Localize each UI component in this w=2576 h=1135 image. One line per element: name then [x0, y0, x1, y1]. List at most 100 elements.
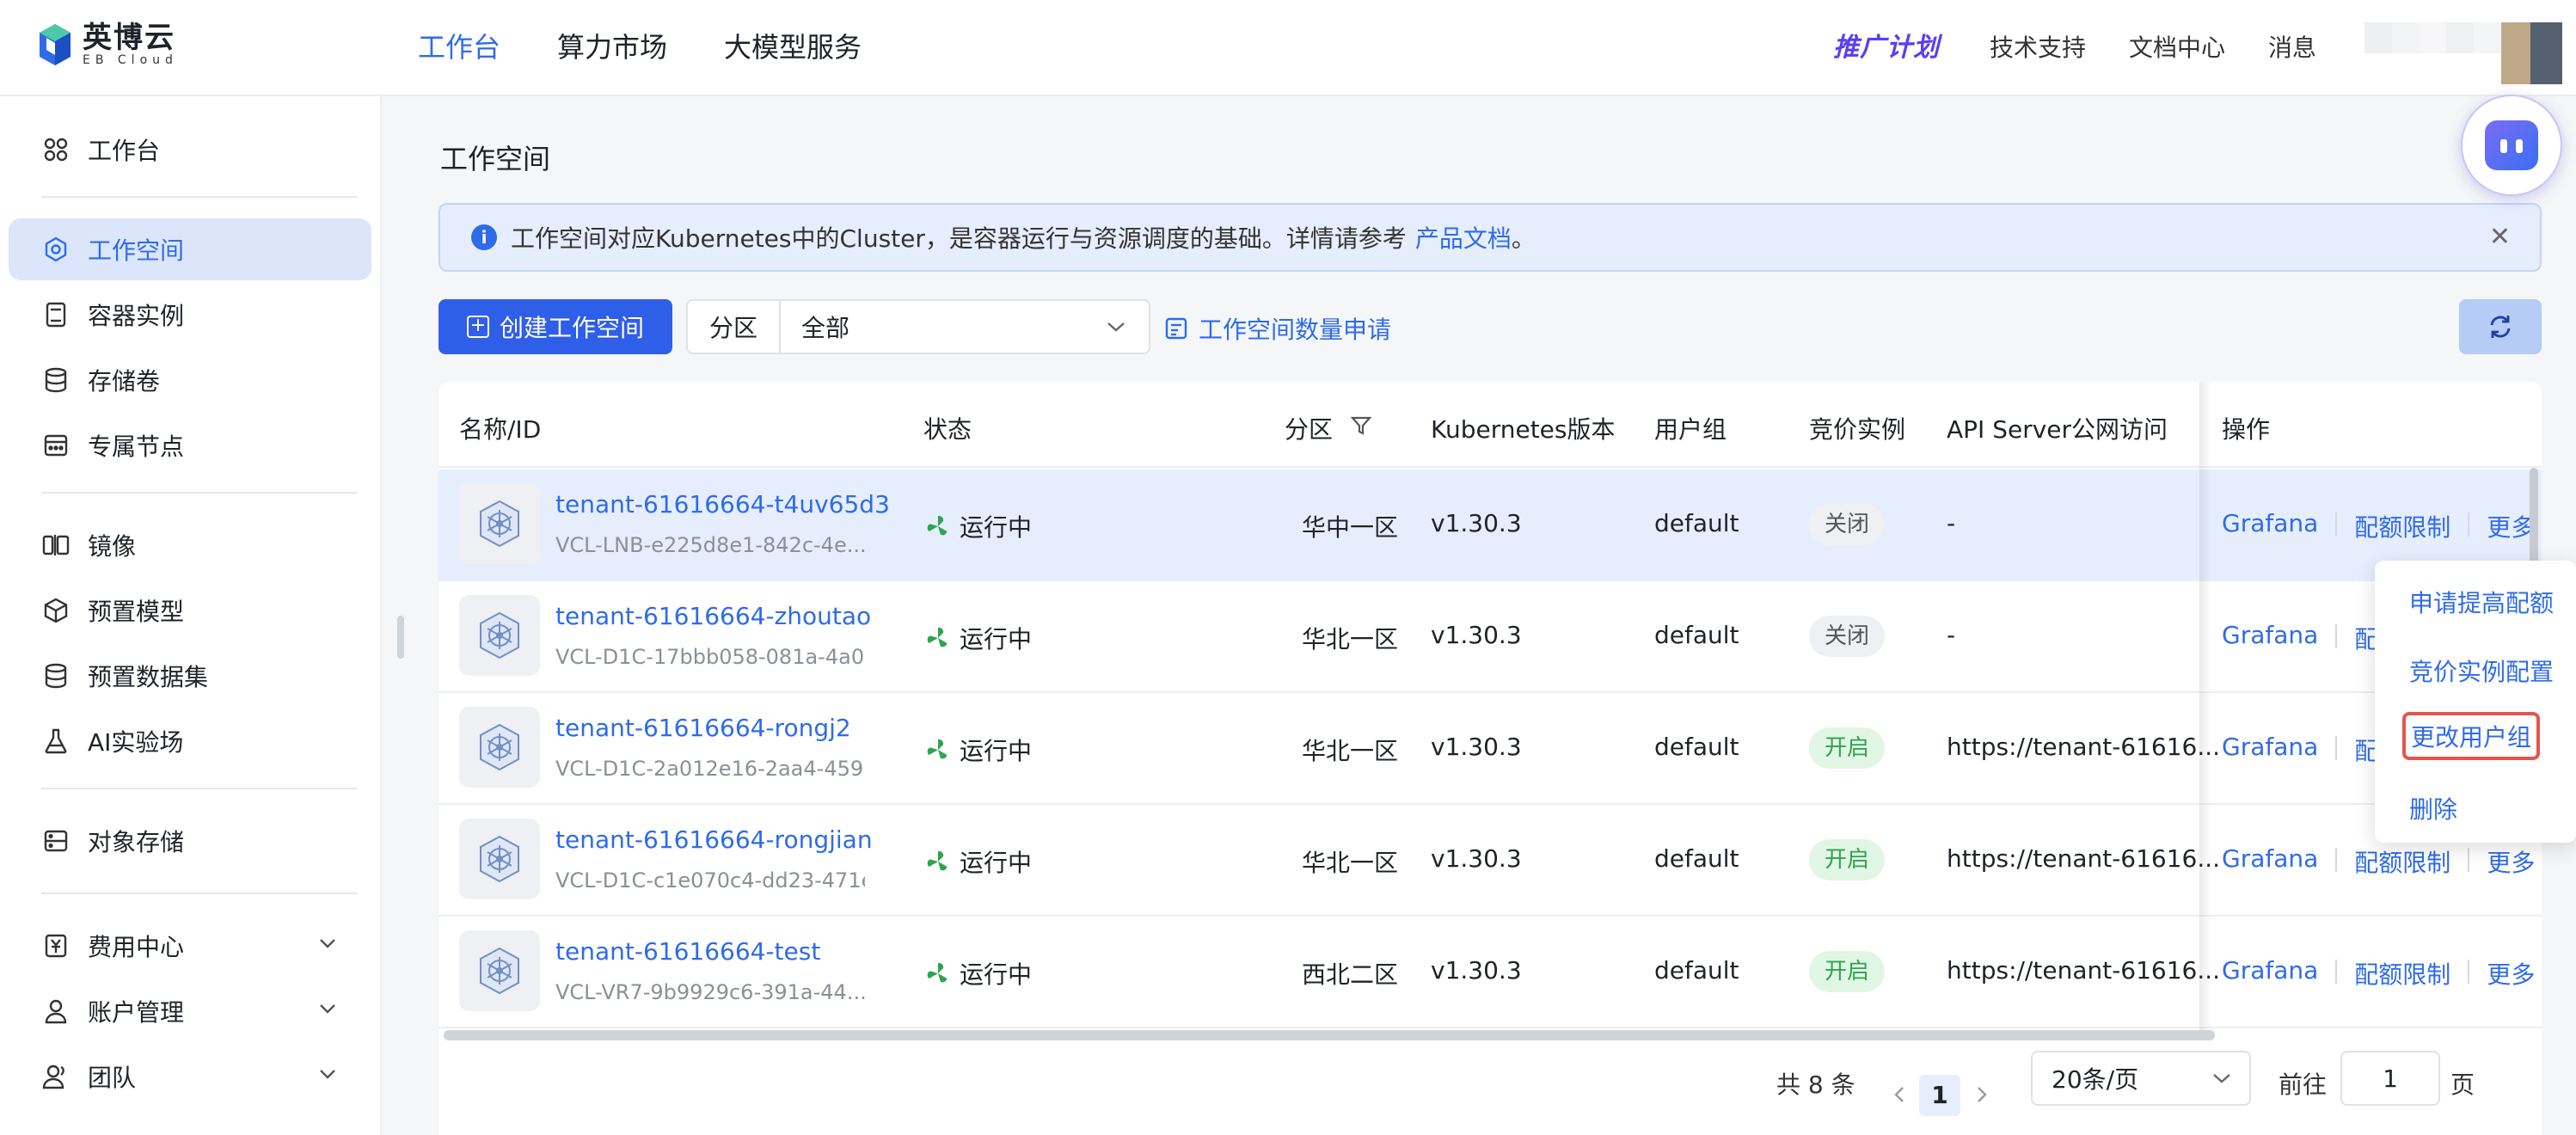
- workspace-name-link[interactable]: tenant-61616664-test: [555, 937, 820, 966]
- k8s-version-cell: v1.30.3: [1431, 509, 1522, 537]
- sidebar-item-account[interactable]: 账户管理: [9, 980, 371, 1042]
- close-icon[interactable]: ✕: [2489, 222, 2511, 252]
- running-icon: [925, 960, 951, 986]
- page-size-select[interactable]: 20条/页: [2031, 1051, 2251, 1106]
- goto-page-input[interactable]: 1: [2340, 1051, 2440, 1106]
- k8s-version-cell: v1.30.3: [1431, 956, 1522, 985]
- docs-link[interactable]: 文档中心: [2129, 29, 2225, 64]
- grafana-link[interactable]: Grafana: [2222, 844, 2318, 879]
- page-number-current[interactable]: 1: [1919, 1075, 1960, 1116]
- menu-item-change-user-group[interactable]: 更改用户组: [2402, 712, 2541, 760]
- more-link[interactable]: 更多: [2487, 844, 2535, 879]
- zone-cell: 西北二区: [1302, 960, 1399, 989]
- col-spot-instance: 竞价实例: [1809, 415, 1906, 444]
- workspace-name-link[interactable]: tenant-61616664-zhoutao: [555, 602, 871, 630]
- status-badge: 开启: [1809, 839, 1886, 880]
- sidebar-item-preset-models[interactable]: 预置模型: [9, 580, 371, 641]
- menu-item-spot-config[interactable]: 竞价实例配置: [2409, 653, 2554, 688]
- running-icon: [925, 737, 951, 763]
- toolbar: + 创建工作空间 分区 全部 工作空间数量申请: [439, 299, 2542, 354]
- chevron-right-icon[interactable]: [1976, 1085, 1988, 1104]
- table-row: tenant-61616664-zhoutao VCL-D1C-17bbb058-…: [439, 581, 2542, 693]
- grafana-link[interactable]: Grafana: [2222, 956, 2318, 991]
- quota-limit-link[interactable]: 配额限制: [2354, 509, 2450, 543]
- sidebar-item-containers[interactable]: 容器实例: [9, 284, 371, 346]
- nav-llm-service[interactable]: 大模型服务: [724, 0, 862, 95]
- workspace-id: VCL-LNB-e225d8e1-842c-4e...: [555, 533, 865, 557]
- sidebar-item-label: 工作台: [88, 137, 161, 165]
- product-docs-link[interactable]: 产品文档: [1415, 220, 1512, 255]
- sidebar-divider: [41, 196, 358, 198]
- more-link[interactable]: 更多: [2487, 956, 2535, 991]
- vertical-scrollbar[interactable]: [2530, 468, 2538, 571]
- plus-icon: +: [466, 316, 489, 338]
- status-text: 运行中: [960, 513, 1033, 542]
- robot-icon: [2485, 120, 2538, 170]
- sidebar-item-label: 镜像: [88, 532, 137, 561]
- col-status: 状态: [923, 415, 972, 444]
- nav-workbench[interactable]: 工作台: [418, 0, 500, 95]
- grafana-link[interactable]: Grafana: [2222, 509, 2318, 543]
- sidebar-item-billing[interactable]: 费用中心: [9, 915, 371, 977]
- workspace-table: 名称/ID 状态 分区 Kubernetes版本 用户组 竞价实例 API Se…: [439, 382, 2542, 1135]
- nav-compute-market[interactable]: 算力市场: [557, 0, 667, 95]
- row-actions: Grafana 配额限制 更多: [2222, 956, 2535, 991]
- sidebar-item-object-storage[interactable]: 对象存储: [9, 810, 371, 872]
- promo-link[interactable]: 推广计划: [1833, 26, 1940, 64]
- menu-item-delete[interactable]: 删除: [2409, 791, 2457, 825]
- messages-link[interactable]: 消息: [2268, 29, 2316, 64]
- k8s-version-cell: v1.30.3: [1431, 733, 1522, 761]
- quota-limit-link[interactable]: 配额限制: [2354, 844, 2450, 879]
- workspace-icon: [459, 930, 540, 1011]
- workspace-name-link[interactable]: tenant-61616664-t4uv65d3: [555, 490, 890, 518]
- workspace-id: VCL-VR7-9b9929c6-391a-44...: [555, 980, 865, 1004]
- refresh-button[interactable]: [2459, 299, 2542, 354]
- assistant-bot-button[interactable]: [2461, 95, 2562, 196]
- filter-icon[interactable]: [1350, 414, 1372, 437]
- refresh-icon: [2490, 316, 2511, 338]
- chevron-down-icon: [2213, 1074, 2230, 1083]
- logo[interactable]: 英博云 EB Cloud: [38, 22, 178, 67]
- menu-item-request-quota[interactable]: 申请提高配额: [2409, 585, 2554, 619]
- chevron-left-icon[interactable]: [1893, 1085, 1905, 1104]
- sidebar: 工作台 工作空间 容器实例 存储卷 专属节点 镜像 预置模型 预置数据集 AI实…: [0, 96, 382, 1135]
- grafana-link[interactable]: Grafana: [2222, 621, 2318, 655]
- sidebar-item-images[interactable]: 镜像: [9, 514, 371, 576]
- logo-text-en: EB Cloud: [83, 53, 178, 67]
- workspace-name-link[interactable]: tenant-61616664-rongjian: [555, 825, 873, 854]
- sidebar-item-team[interactable]: 团队: [9, 1046, 371, 1107]
- chevron-down-icon: [320, 939, 335, 948]
- sidebar-item-volumes[interactable]: 存储卷: [9, 349, 371, 411]
- workspace-icon: [459, 819, 540, 899]
- top-nav: 工作台 算力市场 大模型服务: [418, 0, 918, 95]
- quota-limit-link[interactable]: 配额限制: [2354, 956, 2450, 991]
- sidebar-item-dedicated-nodes[interactable]: 专属节点: [9, 414, 371, 476]
- tech-support-link[interactable]: 技术支持: [1990, 29, 2086, 64]
- chevron-down-icon: [1107, 322, 1125, 332]
- sidebar-item-preset-datasets[interactable]: 预置数据集: [9, 645, 371, 707]
- avatar[interactable]: [2364, 22, 2562, 84]
- table-header: 名称/ID 状态 分区 Kubernetes版本 用户组 竞价实例 API Se…: [439, 382, 2542, 468]
- sidebar-item-ai-lab[interactable]: AI实验场: [9, 710, 371, 772]
- row-actions: Grafana 配额限制 更多: [2222, 509, 2535, 543]
- workspace-id: VCL-D1C-2a012e16-2aa4-4591: [555, 757, 865, 781]
- sidebar-item-workbench[interactable]: 工作台: [9, 119, 371, 181]
- chevron-down-icon: [320, 1004, 335, 1014]
- sidebar-item-label: 容器实例: [88, 302, 185, 330]
- status-cell: 运行中: [925, 956, 1032, 991]
- workspace-id: VCL-D1C-c1e070c4-dd23-471e: [555, 868, 865, 893]
- goto-label: 前往: [2279, 1071, 2328, 1099]
- col-zone: 分区: [1285, 415, 1334, 444]
- zone-select[interactable]: 分区 全部: [686, 299, 1150, 354]
- workspace-quota-request-link[interactable]: 工作空间数量申请: [1164, 311, 1391, 346]
- sidebar-resize-handle[interactable]: [397, 616, 404, 659]
- api-server-cell: https://tenant-61616...: [1947, 844, 2221, 873]
- create-workspace-button[interactable]: + 创建工作空间: [439, 299, 672, 354]
- row-actions: Grafana 配额限制 更多: [2222, 844, 2535, 879]
- horizontal-scrollbar[interactable]: [444, 1030, 2215, 1040]
- grafana-link[interactable]: Grafana: [2222, 733, 2318, 767]
- more-link[interactable]: 更多: [2487, 509, 2535, 543]
- workspace-name-link[interactable]: tenant-61616664-rongj2: [555, 714, 851, 742]
- sticky-column-shadow: [2199, 382, 2211, 1035]
- sidebar-item-workspace[interactable]: 工作空间: [9, 218, 371, 280]
